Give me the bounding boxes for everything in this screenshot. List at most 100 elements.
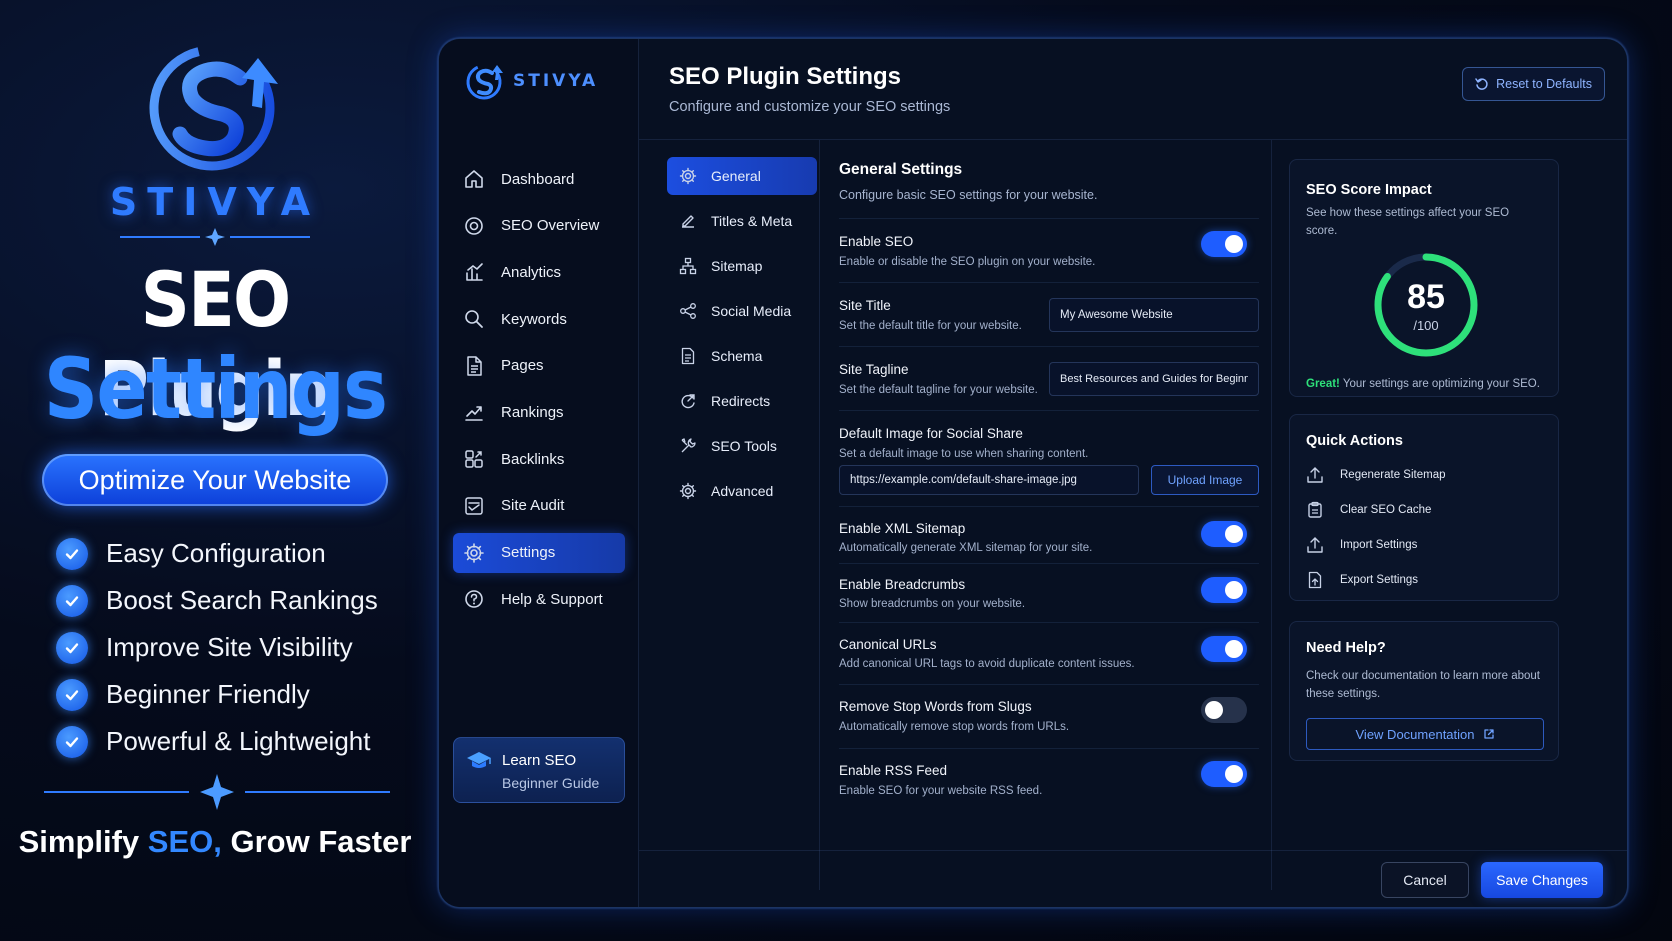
rss-feed-toggle[interactable]	[1201, 761, 1247, 787]
tab-seo-tools[interactable]: SEO Tools	[667, 427, 817, 465]
tagline-text: Simplify	[18, 824, 148, 859]
setting-desc: Automatically generate XML sitemap for y…	[839, 542, 1093, 554]
stivya-logo-icon	[149, 45, 278, 171]
sidebar-item-help-support[interactable]: Help & Support	[453, 579, 625, 619]
sidebar-item-label: Settings	[501, 544, 556, 561]
gear-icon	[679, 482, 697, 500]
sidebar-item-dashboard[interactable]: Dashboard	[453, 159, 625, 199]
sidebar-item-label: Backlinks	[501, 450, 565, 468]
import-settings-action[interactable]: Import Settings	[1306, 533, 1417, 557]
tab-label: Social Media	[711, 303, 792, 319]
sidebar-brand[interactable]: STIVYA	[465, 61, 598, 101]
action-label: Import Settings	[1340, 539, 1418, 551]
score-great-label: Great!	[1306, 378, 1340, 390]
default-image-url-input[interactable]	[839, 465, 1139, 495]
setting-title: Enable XML Sitemap	[839, 521, 966, 536]
target-icon	[465, 216, 483, 235]
section-title: General Settings	[839, 161, 963, 178]
sidebar-item-site-audit[interactable]: Site Audit	[453, 486, 625, 526]
score-max: /100	[1413, 318, 1439, 333]
graduation-cap-icon	[467, 752, 491, 768]
learn-seo-card[interactable]: Learn SEO Beginner Guide	[453, 737, 625, 803]
sidebar-item-settings[interactable]: Settings	[453, 532, 625, 573]
sidebar-item-label: Analytics	[501, 263, 562, 281]
sidebar-item-pages[interactable]: Pages	[453, 346, 625, 386]
tab-sitemap[interactable]: Sitemap	[667, 247, 817, 285]
tab-social-media[interactable]: Social Media	[667, 292, 817, 330]
toggle-knob	[1225, 640, 1243, 658]
sidebar-item-label: Pages	[501, 357, 544, 375]
view-documentation-button[interactable]: View Documentation	[1306, 718, 1544, 750]
sidebar-item-analytics[interactable]: Analytics	[453, 252, 625, 292]
tab-label: Redirects	[711, 393, 771, 409]
quick-actions-card: Quick Actions Regenerate Sitemap Clear S…	[1289, 414, 1559, 601]
reset-to-defaults-button[interactable]: Reset to Defaults	[1462, 67, 1605, 101]
canonical-urls-toggle[interactable]	[1201, 636, 1247, 662]
sparkle-divider-icon	[120, 228, 310, 246]
learn-seo-title: Learn SEO	[502, 752, 577, 769]
tools-icon	[681, 438, 696, 453]
sidebar-item-label: Site Audit	[501, 497, 565, 515]
action-label: Regenerate Sitemap	[1340, 469, 1446, 481]
promo-feature-item: Improve Site Visibility	[56, 624, 378, 671]
setting-title: Enable SEO	[839, 234, 914, 249]
setting-desc: Enable SEO for your website RSS feed.	[839, 785, 1043, 797]
help-icon	[465, 590, 483, 608]
sidebar-item-backlinks[interactable]: Backlinks	[453, 439, 625, 479]
setting-row-xml-sitemap: Enable XML Sitemap Automatically generat…	[839, 506, 1259, 563]
page-title: SEO Plugin Settings	[669, 63, 902, 90]
regenerate-sitemap-action[interactable]: Regenerate Sitemap	[1306, 463, 1445, 487]
sidebar-item-label: Rankings	[501, 403, 564, 421]
clear-seo-cache-action[interactable]: Clear SEO Cache	[1306, 498, 1431, 522]
stop-words-toggle[interactable]	[1201, 697, 1247, 723]
checkmark-icon	[56, 631, 88, 664]
reset-icon	[1475, 78, 1488, 90]
setting-desc: Set the default tagline for your website…	[839, 384, 1038, 396]
tab-advanced[interactable]: Advanced	[667, 472, 817, 510]
promo-feature-item: Beginner Friendly	[56, 671, 378, 718]
divider	[819, 140, 820, 890]
upload-image-button[interactable]: Upload Image	[1151, 465, 1259, 495]
page-icon	[467, 356, 482, 376]
section-subtitle: Configure basic SEO settings for your we…	[839, 188, 1098, 202]
score-message-text: Your settings are optimizing your SEO.	[1339, 378, 1540, 390]
home-icon	[465, 170, 483, 188]
tab-general[interactable]: General	[667, 157, 817, 195]
score-value: 85	[1407, 278, 1445, 316]
gear-icon	[679, 167, 697, 185]
setting-row-canonical-urls: Canonical URLs Add canonical URL tags to…	[839, 622, 1259, 684]
sidebar-nav: Dashboard SEO Overview Analytics Keyword…	[453, 159, 625, 626]
sidebar-item-rankings[interactable]: Rankings	[453, 392, 625, 432]
sidebar-item-seo-overview[interactable]: SEO Overview	[453, 206, 625, 246]
setting-title: Remove Stop Words from Slugs	[839, 699, 1032, 714]
setting-row-default-image: Default Image for Social Share Set a def…	[839, 410, 1259, 506]
sidebar-item-keywords[interactable]: Keywords	[453, 299, 625, 339]
setting-desc: Enable or disable the SEO plugin on your…	[839, 256, 1096, 268]
tab-schema[interactable]: Schema	[667, 337, 817, 375]
toggle-knob	[1205, 701, 1223, 719]
page-subtitle: Configure and customize your SEO setting…	[669, 99, 951, 115]
promo-feature-label: Beginner Friendly	[106, 679, 310, 709]
divider	[639, 850, 1627, 851]
setting-title: Site Tagline	[839, 362, 909, 377]
site-title-input[interactable]	[1049, 298, 1259, 332]
promo-pill-badge: Optimize Your Website	[42, 454, 388, 506]
sidebar: STIVYA Dashboard SEO Overview Analytics …	[439, 39, 639, 907]
export-settings-action[interactable]: Export Settings	[1306, 568, 1418, 592]
tab-label: Titles & Meta	[711, 213, 793, 229]
tab-label: Advanced	[711, 483, 774, 499]
analytics-icon	[466, 263, 483, 282]
tab-redirects[interactable]: Redirects	[667, 382, 817, 420]
card-title: Need Help?	[1306, 640, 1386, 656]
tab-titles-meta[interactable]: Titles & Meta	[667, 202, 817, 240]
score-gauge: 85 /100	[1371, 250, 1481, 360]
promo-tagline: Simplify SEO, Grow Faster	[0, 824, 430, 860]
xml-sitemap-toggle[interactable]	[1201, 521, 1247, 547]
save-changes-button[interactable]: Save Changes	[1481, 862, 1603, 898]
tab-label: Schema	[711, 348, 763, 364]
cancel-button[interactable]: Cancel	[1381, 862, 1469, 898]
promo-feature-item: Easy Configuration	[56, 530, 378, 577]
breadcrumbs-toggle[interactable]	[1201, 577, 1247, 603]
site-tagline-input[interactable]	[1049, 362, 1259, 396]
enable-seo-toggle[interactable]	[1201, 231, 1247, 257]
